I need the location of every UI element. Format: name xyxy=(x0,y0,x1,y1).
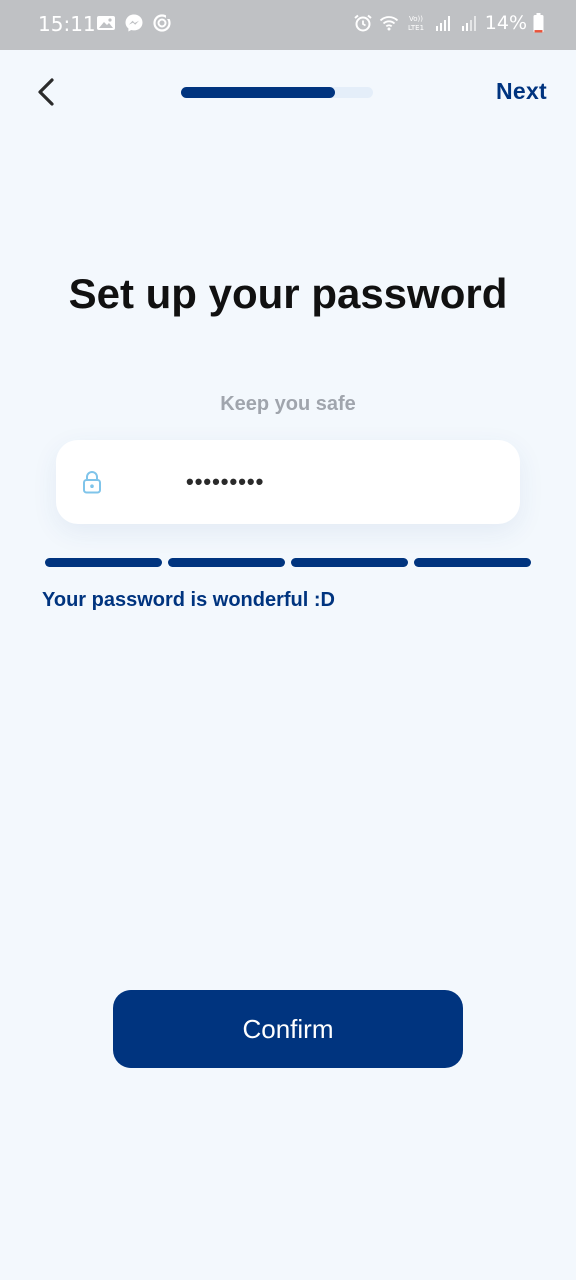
step-progress-fill xyxy=(181,87,335,98)
battery-icon xyxy=(533,13,544,33)
page-title: Set up your password xyxy=(68,270,508,317)
top-bar: Next xyxy=(0,50,576,134)
strength-segment xyxy=(45,558,162,567)
svg-text:Vo)): Vo)) xyxy=(409,15,423,23)
wifi-icon xyxy=(379,16,398,31)
battery-percentage: 14% xyxy=(484,12,527,34)
page-subtitle: Keep you safe xyxy=(220,393,356,415)
alarm-icon xyxy=(354,14,372,32)
chevron-left-icon xyxy=(38,78,54,106)
strength-segment xyxy=(291,558,408,567)
password-input[interactable]: ••••••••• xyxy=(56,440,520,524)
notification-icons xyxy=(96,13,172,33)
messenger-icon xyxy=(125,14,143,32)
signal-icon xyxy=(435,16,450,31)
status-time: 15:11 xyxy=(38,12,96,36)
sync-icon xyxy=(153,14,171,32)
strength-segment xyxy=(414,558,531,567)
gallery-icon xyxy=(97,16,115,30)
system-icons: Vo)) LTE1 14% xyxy=(353,12,544,34)
lock-icon xyxy=(83,471,101,494)
step-progress-bar xyxy=(181,87,373,98)
volte-icon: Vo)) LTE1 xyxy=(408,15,424,32)
strength-segment xyxy=(168,558,285,567)
confirm-button[interactable]: Confirm xyxy=(113,990,463,1068)
password-strength-meter xyxy=(45,558,531,567)
signal-icon xyxy=(461,16,476,31)
back-button[interactable] xyxy=(30,72,64,112)
next-button[interactable]: Next xyxy=(496,78,547,105)
password-value: ••••••••• xyxy=(186,469,265,494)
status-bar: 15:11 Vo)) LTE1 14% xyxy=(0,0,576,50)
password-strength-message: Your password is wonderful :D xyxy=(42,589,335,611)
svg-text:LTE1: LTE1 xyxy=(408,24,424,32)
